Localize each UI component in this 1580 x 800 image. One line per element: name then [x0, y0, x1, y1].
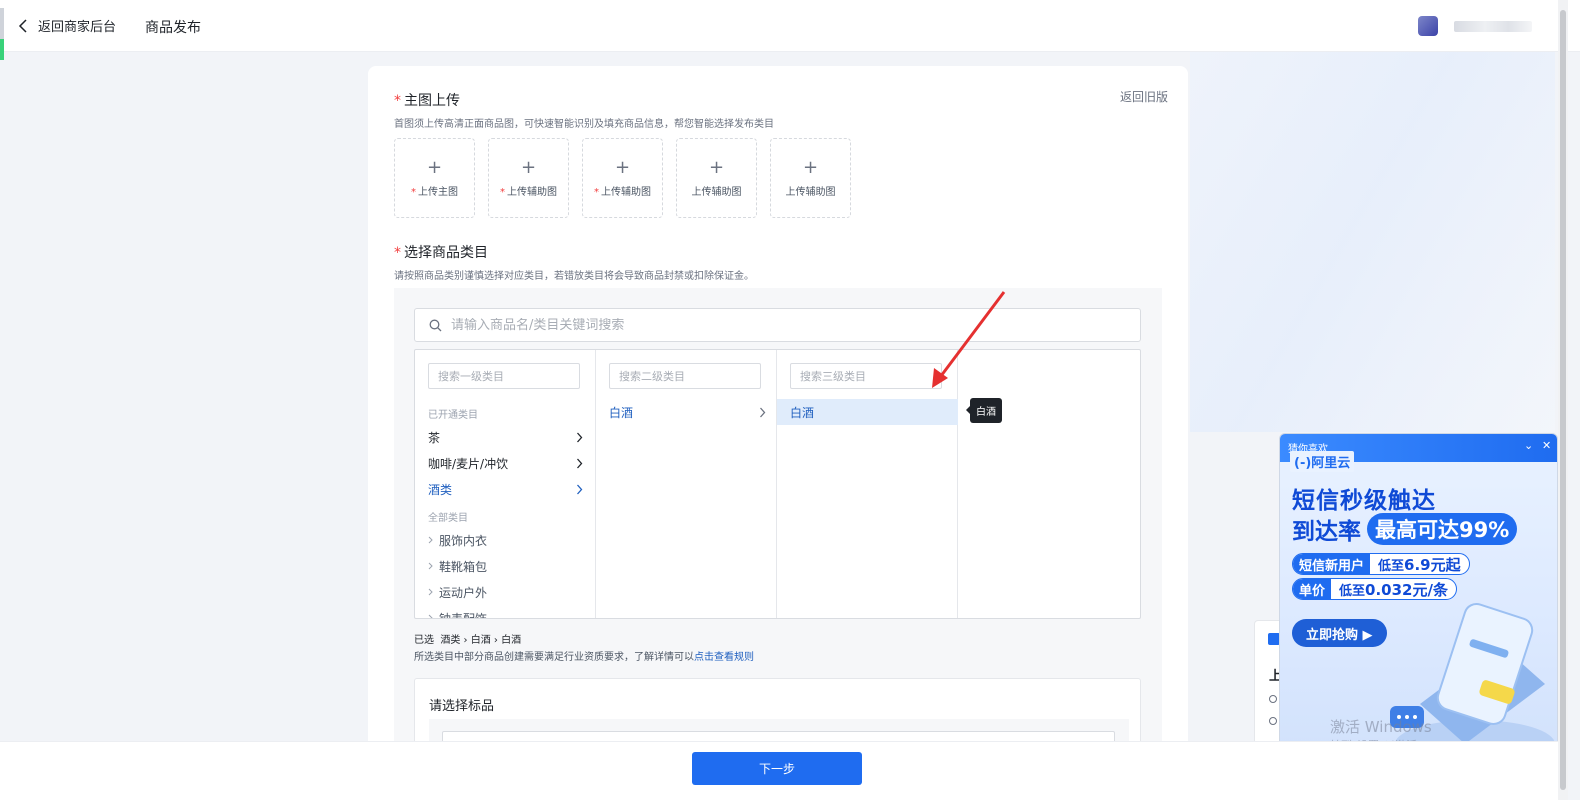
upload-aux-image-slot[interactable]: + * 上传辅助图: [582, 138, 663, 218]
avatar: [1418, 16, 1438, 36]
plus-icon: +: [426, 156, 443, 178]
category-item-label: 茶: [428, 430, 441, 445]
level2-column: 白酒: [596, 350, 777, 618]
ad-rate-pill: 最高可达99%: [1367, 513, 1518, 545]
upload-slot-label: * 上传辅助图: [500, 186, 557, 198]
windows-watermark: 激活 Windows: [1330, 718, 1432, 736]
level2-item-label: 白酒: [609, 405, 634, 420]
scrollbar-thumb[interactable]: [1560, 10, 1566, 790]
category-item-coffee[interactable]: 咖啡/麦片/冲饮: [428, 453, 583, 473]
category-item-liquor[interactable]: 酒类: [428, 479, 583, 499]
level1-search-input[interactable]: [428, 363, 580, 389]
annotation-arrow-icon: [932, 291, 1006, 388]
chevron-right-icon: [428, 562, 433, 570]
upload-slots: + * 上传主图 + * 上传辅助图 + * 上传辅助图 + 上传辅助图 + 上传辅助…: [394, 138, 851, 218]
chevron-right-icon: [428, 614, 433, 618]
category-desc: 请按照商品类别谨慎选择对应类目，若错放类目将会导致商品封禁或扣除保证金。: [394, 271, 754, 282]
level1-column: 已开通类目 茶 咖啡/麦片/冲饮 酒类 全部类目 服饰内衣: [415, 350, 596, 618]
clock-icon: [1269, 695, 1277, 703]
all-category-label: 钟表配饰: [439, 611, 488, 619]
all-category-item[interactable]: 钟表配饰: [428, 608, 488, 619]
upload-slot-label: 上传辅助图: [785, 186, 836, 198]
chevron-right-icon: [428, 536, 433, 544]
aliyun-logo: (-)阿里云: [1290, 451, 1355, 472]
collapse-icon[interactable]: ⌄: [1524, 439, 1533, 452]
level2-item-baijiu[interactable]: 白酒: [596, 399, 777, 425]
category-item-label: 咖啡/麦片/冲饮: [428, 456, 509, 471]
standard-product-title: 请选择标品: [429, 699, 495, 714]
upload-main-image-slot[interactable]: + * 上传主图: [394, 138, 475, 218]
ad-popup[interactable]: 猜你喜欢 ⌄ ✕ (-)阿里云 短信秒级触达 到达率 最高可达99% 短信新用户低…: [1279, 433, 1558, 785]
plus-icon: +: [520, 156, 537, 178]
main-image-desc: 首图须上传高清正面商品图，可快速智能识别及填充商品信息，帮您智能选择发布类目: [394, 119, 774, 130]
chevron-left-icon: [18, 18, 27, 33]
category-item-tea[interactable]: 茶: [428, 427, 583, 447]
all-category-item[interactable]: 服饰内衣: [428, 530, 487, 550]
upload-slot-label: * 上传辅助图: [594, 186, 651, 198]
level2-search-input[interactable]: [609, 363, 761, 389]
upload-slot-label: * 上传主图: [411, 186, 458, 198]
chevron-right-icon: [577, 432, 583, 442]
chevron-right-icon: [577, 458, 583, 468]
level3-item-label: 白酒: [790, 405, 815, 420]
ad-subheadline: 到达率 最高可达99%: [1292, 512, 1518, 546]
all-category-label: 运动户外: [439, 585, 488, 600]
back-label: 返回商家后台: [38, 20, 117, 35]
all-category-item[interactable]: 鞋靴箱包: [428, 556, 487, 576]
ad-headline: 短信秒级触达: [1292, 488, 1436, 514]
category-item-label: 酒类: [428, 482, 453, 497]
upload-aux-image-slot[interactable]: + * 上传辅助图: [488, 138, 569, 218]
left-edge-indicator: [0, 8, 4, 60]
upload-slot-label: 上传辅助图: [691, 186, 742, 198]
background-decoration: [1190, 52, 1555, 432]
upload-aux-image-slot[interactable]: + 上传辅助图: [770, 138, 851, 218]
close-icon[interactable]: ✕: [1542, 439, 1551, 452]
plus-icon: +: [614, 156, 631, 178]
return-old-version-link[interactable]: 返回旧版: [1120, 88, 1168, 105]
plus-icon: +: [802, 156, 819, 178]
qualification-note: 所选类目中部分商品创建需要满足行业资质要求，了解详情可以点击查看规则: [414, 652, 754, 663]
ad-buy-button[interactable]: 立即抢购 ▶: [1292, 619, 1387, 647]
plus-icon: +: [708, 156, 725, 178]
ad-tag-new-user: 短信新用户 低至6.9元起: [1292, 553, 1470, 575]
user-menu[interactable]: [1418, 16, 1538, 38]
view-rules-link[interactable]: 点击查看规则: [694, 652, 754, 663]
chevron-right-icon: [760, 407, 766, 417]
category-title: * 选择商品类目: [394, 245, 488, 261]
back-to-merchant-link[interactable]: 返回商家后台: [18, 16, 116, 35]
user-name-blurred: [1454, 21, 1532, 32]
page-scrollbar[interactable]: [1558, 0, 1568, 800]
all-category-item[interactable]: 运动户外: [428, 582, 487, 602]
search-icon: [429, 319, 442, 331]
chevron-right-icon: [577, 484, 583, 494]
all-category-label: 鞋靴箱包: [439, 559, 488, 574]
bottom-action-bar: 下一步: [0, 741, 1558, 800]
level3-item-baijiu[interactable]: 白酒: [777, 399, 958, 425]
chevron-right-icon: [428, 588, 433, 596]
page-title: 商品发布: [145, 20, 201, 36]
category-tooltip: 白酒: [966, 398, 1002, 423]
main-image-title: * 主图上传: [394, 93, 460, 109]
top-bar: 返回商家后台 商品发布: [0, 0, 1580, 60]
opened-categories-label: 已开通类目: [428, 410, 478, 421]
category-search-box: [414, 308, 1141, 342]
all-category-label: 服饰内衣: [439, 533, 488, 548]
location-icon: [1269, 717, 1277, 725]
selected-category-path: 已选 酒类 › 白酒 › 白酒: [414, 635, 522, 646]
next-step-button[interactable]: 下一步: [692, 752, 862, 785]
upload-aux-image-slot[interactable]: + 上传辅助图: [676, 138, 757, 218]
publish-form-card: * 主图上传 返回旧版 首图须上传高清正面商品图，可快速智能识别及填充商品信息，帮…: [368, 66, 1188, 768]
category-columns: 已开通类目 茶 咖啡/麦片/冲饮 酒类 全部类目 服饰内衣: [414, 349, 1141, 619]
all-categories-label: 全部类目: [428, 513, 468, 524]
